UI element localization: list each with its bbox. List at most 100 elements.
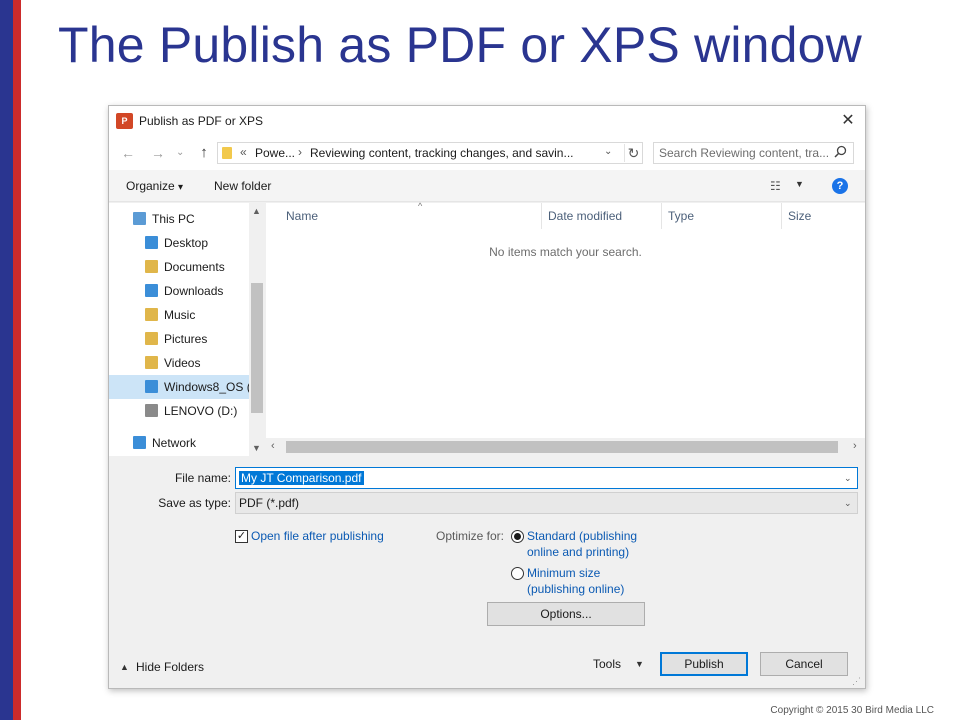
dialog-titlebar: P Publish as PDF or XPS ✕ (109, 106, 865, 136)
nav-pane-scrollbar[interactable]: ▲ ▼ (249, 203, 265, 456)
scroll-down-icon[interactable]: ▼ (252, 443, 261, 453)
copyright-notice: Copyright © 2015 30 Bird Media LLC (770, 705, 934, 716)
chevron-down-icon[interactable]: ▼ (795, 179, 804, 189)
hide-folders-button[interactable]: Hide Folders (136, 660, 204, 674)
nav-item-music[interactable]: Music (109, 303, 249, 327)
breadcrumb-overflow[interactable]: « (240, 145, 247, 159)
nav-item-network[interactable]: Network (109, 431, 249, 455)
save-as-type-label: Save as type: (158, 496, 231, 510)
nav-item-label: This PC (152, 212, 195, 226)
documents-folder-icon (145, 260, 158, 273)
nav-item-label: Pictures (164, 332, 208, 346)
nav-item-label: Music (164, 308, 196, 322)
scroll-left-icon[interactable]: ‹ (271, 440, 275, 452)
forward-arrow-icon[interactable]: → (149, 144, 167, 162)
breadcrumb-item[interactable]: Powe... (255, 146, 295, 160)
minimum-size-option-line2[interactable]: (publishing online) (527, 582, 624, 596)
nav-item-documents[interactable]: Documents (109, 255, 249, 279)
search-icon (834, 145, 847, 161)
search-box[interactable]: Search Reviewing content, tra... (653, 142, 854, 164)
standard-option-line1[interactable]: Standard (publishing (527, 529, 637, 543)
network-icon (133, 436, 146, 449)
computer-icon (133, 212, 146, 225)
folder-icon (222, 147, 232, 159)
file-name-label: File name: (174, 471, 231, 485)
pictures-folder-icon (145, 332, 158, 345)
dialog-title: Publish as PDF or XPS (139, 114, 264, 128)
cancel-button[interactable]: Cancel (760, 652, 848, 676)
up-arrow-icon[interactable]: ↑ (195, 144, 213, 162)
file-name-field[interactable]: My JT Comparison.pdf ⌄ (235, 467, 858, 489)
column-header-type[interactable]: Type (662, 203, 782, 229)
slide-accent-bar-red (13, 0, 21, 720)
tools-button[interactable]: Tools (593, 657, 621, 671)
radio-selected-dot (514, 533, 521, 540)
scroll-right-icon[interactable]: › (853, 440, 857, 452)
windows-drive-icon (145, 380, 158, 393)
music-folder-icon (145, 308, 158, 321)
nav-item-videos[interactable]: Videos (109, 351, 249, 375)
nav-item-desktop[interactable]: Desktop (109, 231, 249, 255)
nav-item-label: LENOVO (D:) (164, 404, 238, 418)
scrollbar-thumb[interactable] (286, 441, 838, 453)
desktop-folder-icon (145, 236, 158, 249)
nav-item-windows8-os-c[interactable]: Windows8_OS (C (109, 375, 249, 399)
open-after-publishing-checkbox[interactable]: ✓ (235, 530, 248, 543)
navigation-pane: This PC Desktop Documents Downloads Music Pic… (109, 203, 265, 456)
powerpoint-icon: P (116, 113, 133, 129)
minimum-size-option-line1[interactable]: Minimum size (527, 566, 600, 580)
organize-button[interactable]: Organize ▾ (126, 179, 183, 193)
column-header-date-modified[interactable]: Date modified (542, 203, 662, 229)
column-header-size[interactable]: Size (782, 203, 862, 229)
options-button[interactable]: Options... (487, 602, 645, 626)
breadcrumb-separator: › (298, 145, 302, 159)
nav-item-lenovo-d[interactable]: LENOVO (D:) (109, 399, 249, 423)
standard-radio[interactable] (511, 530, 524, 543)
open-after-publishing-label[interactable]: Open file after publishing (251, 529, 384, 543)
nav-item-pictures[interactable]: Pictures (109, 327, 249, 351)
chevron-up-icon[interactable]: ▲ (120, 662, 129, 672)
help-icon[interactable]: ? (832, 178, 848, 194)
drive-icon (145, 404, 158, 417)
chevron-down-icon[interactable]: ▼ (635, 659, 644, 669)
nav-item-this-pc[interactable]: This PC (109, 207, 249, 231)
save-as-type-select[interactable]: PDF (*.pdf) ⌄ (235, 492, 858, 514)
nav-item-downloads[interactable]: Downloads (109, 279, 249, 303)
search-input[interactable]: Search Reviewing content, tra... (659, 146, 829, 160)
standard-option-line2[interactable]: online and printing) (527, 545, 629, 559)
scroll-up-icon[interactable]: ▲ (252, 206, 261, 216)
back-arrow-icon[interactable]: ← (119, 144, 137, 162)
file-name-value: My JT Comparison.pdf (239, 471, 364, 485)
nav-item-label: Downloads (164, 284, 224, 298)
sort-caret-icon: ^ (418, 201, 423, 211)
nav-item-label: Windows8_OS (C (164, 380, 249, 394)
resize-grip-icon[interactable]: ⋰ (852, 676, 861, 687)
chevron-down-icon[interactable]: ⌄ (844, 473, 852, 484)
chevron-down-icon[interactable]: ⌄ (844, 498, 852, 509)
nav-item-label: Documents (164, 260, 225, 274)
chevron-down-icon[interactable]: ⌄ (604, 146, 612, 157)
file-pane-scrollbar[interactable]: ‹ › (266, 438, 865, 456)
breadcrumb-item[interactable]: Reviewing content, tracking changes, and… (310, 146, 573, 160)
nav-item-label: Desktop (164, 236, 209, 250)
save-form: File name: My JT Comparison.pdf ⌄ Save a… (109, 456, 865, 688)
column-header-name[interactable]: Name ^ (280, 201, 542, 229)
address-bar[interactable]: « Powe... › Reviewing content, tracking … (217, 142, 643, 164)
minimum-size-radio[interactable] (511, 567, 524, 580)
scrollbar-thumb[interactable] (251, 283, 263, 413)
save-as-type-value: PDF (*.pdf) (239, 496, 300, 510)
command-toolbar: Organize ▾ New folder ☷ ▼ ? (109, 170, 865, 202)
recent-locations-icon[interactable]: ⌄ (176, 144, 184, 162)
view-options-icon[interactable]: ☷ (770, 179, 781, 193)
downloads-folder-icon (145, 284, 158, 297)
publish-button[interactable]: Publish (660, 652, 748, 676)
file-list-pane: Name ^ Date modified Type Size No items m… (266, 201, 865, 456)
close-icon[interactable]: ✕ (837, 110, 859, 132)
nav-item-label: Videos (164, 356, 201, 370)
videos-folder-icon (145, 356, 158, 369)
publish-dialog: P Publish as PDF or XPS ✕ ← → ⌄ ↑ « Powe… (108, 105, 866, 689)
new-folder-button[interactable]: New folder (214, 179, 271, 193)
empty-message: No items match your search. (489, 245, 642, 259)
nav-item-label: Network (152, 436, 197, 450)
refresh-icon[interactable]: ↻ (624, 144, 642, 162)
